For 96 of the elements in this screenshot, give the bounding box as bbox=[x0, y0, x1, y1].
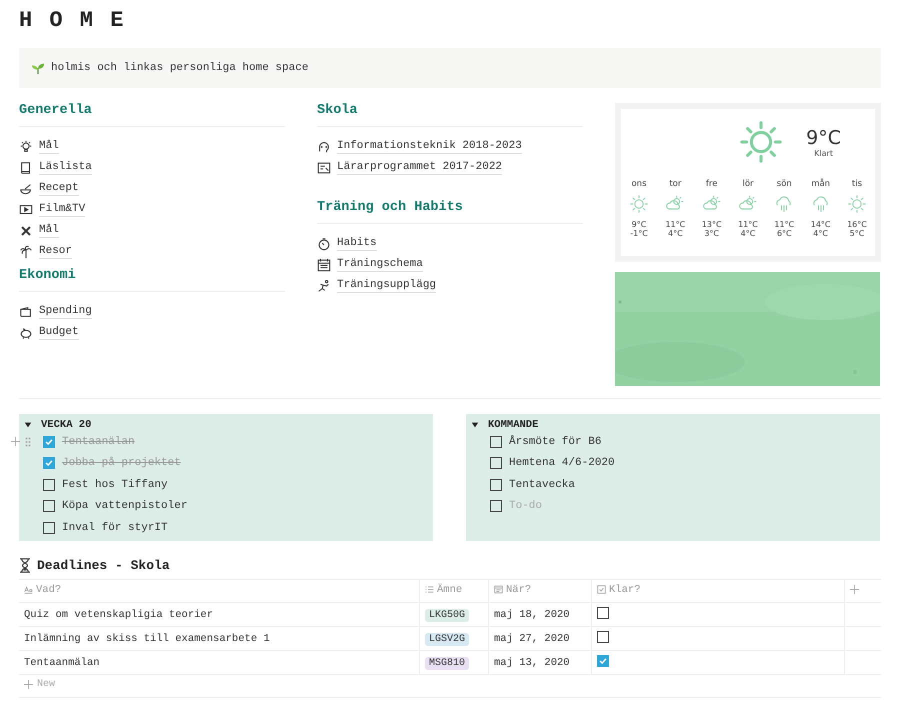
check-type-icon bbox=[597, 585, 606, 594]
toggle-arrow[interactable] bbox=[24, 420, 33, 430]
section-heading: Skola bbox=[317, 103, 583, 127]
page-link[interactable]: Spending bbox=[39, 304, 92, 319]
checkbox[interactable] bbox=[490, 478, 502, 491]
page-title: H O M E bbox=[19, 7, 126, 35]
page-link[interactable]: Film&TV bbox=[39, 202, 86, 217]
sprout-icon bbox=[31, 61, 45, 75]
checkbox[interactable] bbox=[597, 655, 609, 667]
section-heading: Träning och Habits bbox=[317, 200, 583, 224]
page-link[interactable]: Läslista bbox=[39, 160, 92, 175]
page-link[interactable]: Mål bbox=[39, 139, 59, 154]
checkbox[interactable] bbox=[43, 522, 55, 534]
table-cell: maj 18, 2020 bbox=[488, 602, 592, 626]
wallet-icon bbox=[19, 304, 33, 318]
weekday: fre bbox=[706, 179, 718, 189]
checkbox[interactable] bbox=[43, 457, 55, 470]
todo-text[interactable]: Inval för styrIT bbox=[62, 522, 168, 534]
checkbox[interactable] bbox=[43, 500, 55, 512]
bulb-icon bbox=[19, 140, 33, 154]
weekday: sön bbox=[776, 179, 792, 189]
sun-icon bbox=[846, 194, 867, 214]
low-temperature: -1°C bbox=[630, 229, 648, 238]
database-title: Deadlines - Skola bbox=[37, 558, 170, 573]
toggle-title: VECKA 20 bbox=[41, 419, 92, 431]
play-icon bbox=[19, 202, 33, 216]
high-temperature: 11°C bbox=[665, 220, 686, 229]
page-link[interactable]: Träningsupplägg bbox=[337, 278, 436, 293]
date-type-icon bbox=[494, 585, 503, 594]
page-link[interactable]: Habits bbox=[337, 236, 377, 251]
timer-icon bbox=[317, 236, 331, 250]
section-heading: Generella bbox=[19, 103, 285, 127]
add-icon bbox=[24, 680, 33, 689]
page-link[interactable]: Resor bbox=[39, 244, 72, 259]
sun-icon bbox=[629, 194, 649, 214]
board-icon bbox=[317, 160, 331, 174]
page-link[interactable]: Mål bbox=[39, 223, 59, 238]
todo-text[interactable]: Fest hos Tiffany bbox=[62, 478, 168, 491]
drag-handle-icon[interactable] bbox=[25, 436, 31, 447]
table-cell: maj 13, 2020 bbox=[488, 650, 592, 674]
low-temperature: 4°C bbox=[668, 229, 683, 238]
table-cell: maj 27, 2020 bbox=[488, 626, 592, 650]
cross-icon bbox=[19, 224, 33, 238]
low-temperature: 4°C bbox=[740, 229, 756, 238]
table-cell: Quiz om vetenskapligia teorier bbox=[19, 602, 420, 626]
tag-type-icon bbox=[425, 585, 434, 594]
high-temperature: 9°C bbox=[632, 220, 646, 229]
toggle-title: KOMMANDE bbox=[488, 419, 538, 431]
table-cell: Tentaanmälan bbox=[19, 650, 420, 674]
weekday: tis bbox=[852, 179, 862, 189]
sun-icon bbox=[738, 119, 784, 165]
checkbox[interactable] bbox=[43, 436, 55, 448]
weekday: mån bbox=[811, 179, 830, 189]
todo-text[interactable]: Årsmöte för B6 bbox=[509, 436, 602, 448]
weather-condition: Klart bbox=[814, 148, 833, 158]
callout-text: holmis och linkas personliga home space bbox=[51, 62, 308, 74]
hourglass-icon bbox=[19, 558, 31, 573]
checkbox[interactable] bbox=[43, 478, 55, 491]
toggle-arrow[interactable] bbox=[471, 420, 480, 430]
high-temperature: 14°C bbox=[810, 220, 831, 229]
checkbox[interactable] bbox=[597, 606, 609, 618]
text-type-icon bbox=[24, 585, 33, 594]
bowl-icon bbox=[19, 182, 33, 196]
book-icon bbox=[19, 160, 33, 174]
checkbox[interactable] bbox=[597, 630, 609, 642]
page-link[interactable]: Recept bbox=[39, 181, 79, 196]
calendar-icon bbox=[317, 258, 331, 272]
table-cell: Inlämning av skiss till examensarbete 1 bbox=[19, 626, 420, 650]
todo-text[interactable]: Köpa vattenpistoler bbox=[62, 500, 188, 512]
weekday: ons bbox=[631, 179, 647, 189]
course-tag: LKG50G bbox=[425, 608, 470, 622]
page-link[interactable]: Budget bbox=[39, 325, 79, 340]
course-tag: MSG810 bbox=[425, 656, 470, 670]
high-temperature: 11°C bbox=[774, 220, 794, 229]
low-temperature: 4°C bbox=[813, 229, 828, 238]
palm-icon bbox=[19, 244, 33, 258]
page-link[interactable]: Träningschema bbox=[337, 257, 423, 272]
page-link[interactable]: Informationsteknik 2018-2023 bbox=[337, 139, 522, 154]
low-temperature: 6°C bbox=[776, 229, 792, 238]
current-temperature: 9°C bbox=[806, 126, 841, 148]
low-temperature: 3°C bbox=[704, 229, 719, 238]
high-temperature: 16°C bbox=[847, 220, 867, 229]
runner-icon bbox=[317, 278, 331, 292]
weekday: tor bbox=[669, 179, 682, 189]
checkbox[interactable] bbox=[490, 457, 502, 470]
checkbox[interactable] bbox=[490, 500, 502, 512]
low-temperature: 5°C bbox=[850, 229, 864, 238]
high-temperature: 13°C bbox=[702, 220, 722, 229]
weekday: lör bbox=[742, 179, 754, 189]
page-link[interactable]: Lärarprogrammet 2017-2022 bbox=[337, 160, 502, 175]
checkbox[interactable] bbox=[490, 436, 502, 448]
high-temperature: 11°C bbox=[738, 220, 758, 229]
todo-text[interactable]: Hemtena 4/6-2020 bbox=[509, 457, 615, 470]
section-heading: Ekonomi bbox=[19, 268, 285, 292]
course-tag: LGSV2G bbox=[425, 632, 470, 646]
todo-text[interactable]: Tentavecka bbox=[509, 478, 576, 491]
